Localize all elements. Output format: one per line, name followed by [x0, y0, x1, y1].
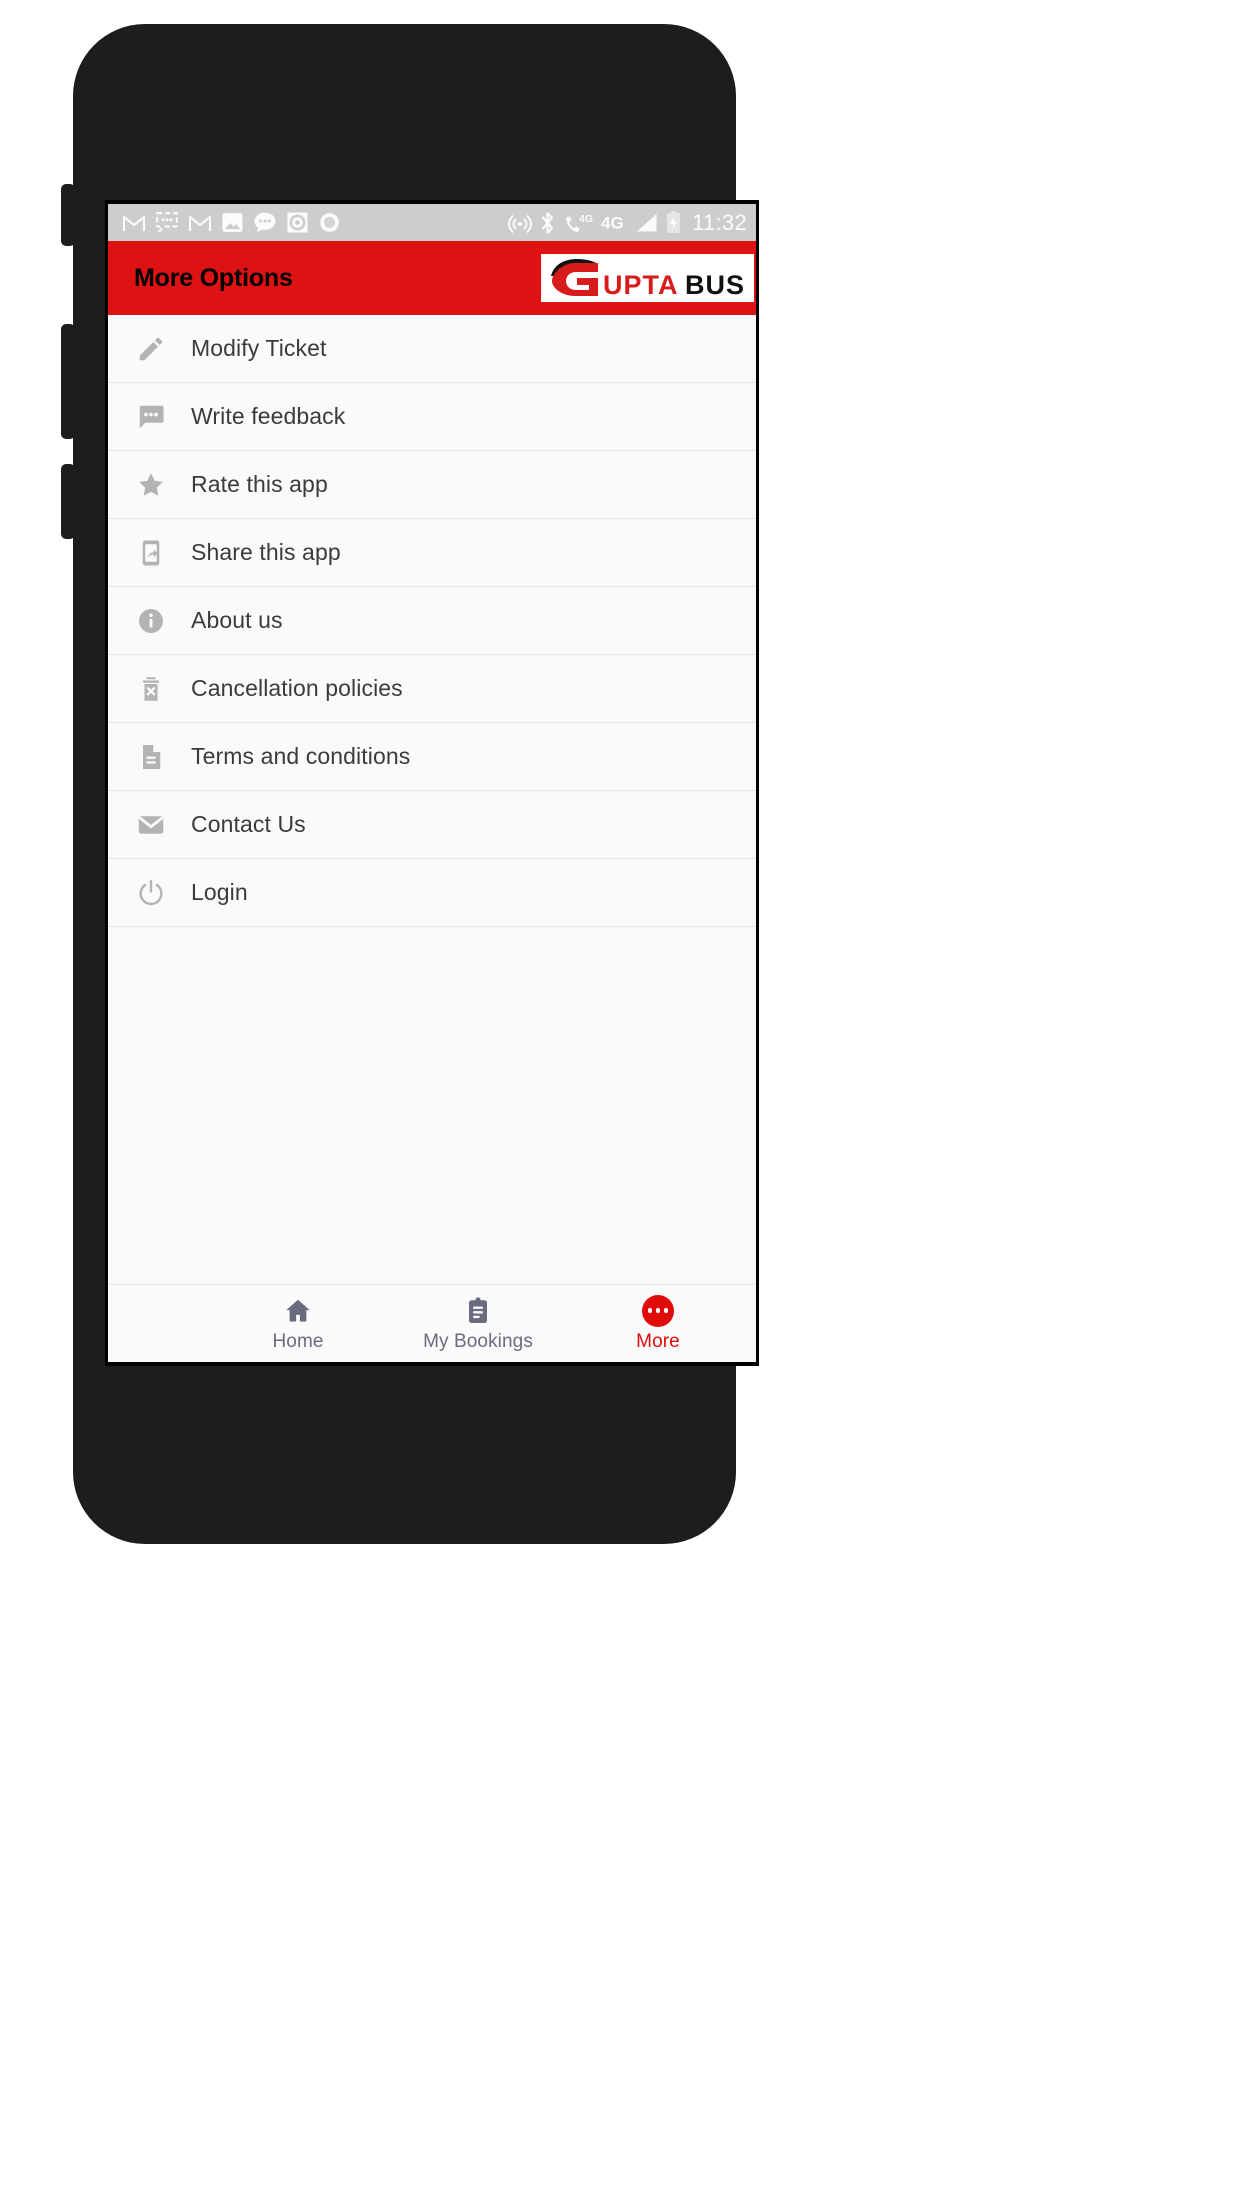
cast-nearby-share-icon [508, 215, 532, 233]
menu-item-label: Cancellation policies [191, 675, 403, 701]
photo-image-icon [222, 213, 243, 232]
nav-tab-my-bookings[interactable]: My Bookings [388, 1285, 568, 1362]
menu-item-label: Terms and conditions [191, 743, 411, 769]
share-phone-icon [134, 536, 168, 570]
page-title: More Options [134, 263, 293, 292]
home-icon [283, 1295, 313, 1327]
svg-text:4G: 4G [579, 213, 593, 225]
message-bubble-icon [254, 212, 276, 233]
status-bar: 4G 4G 11:32 [108, 204, 756, 241]
menu-item-write-feedback[interactable]: Write feedback [108, 383, 756, 451]
svg-text:UPTA: UPTA [603, 270, 679, 300]
info-circle-icon [134, 604, 168, 638]
menu-item-rate-this-app[interactable]: Rate this app [108, 451, 756, 519]
menu-item-contact-us[interactable]: Contact Us [108, 791, 756, 859]
menu-item-about-us[interactable]: About us [108, 587, 756, 655]
menu-item-login[interactable]: Login [108, 859, 756, 927]
menu-item-terms-and-conditions[interactable]: Terms and conditions [108, 723, 756, 791]
bluetooth-icon [541, 211, 554, 234]
mobile-data-4g-icon: 4G [601, 213, 624, 232]
volte-call-4g-icon: 4G [566, 213, 593, 232]
menu-item-cancellation-policies[interactable]: Cancellation policies [108, 655, 756, 723]
clipboard-icon [463, 1295, 493, 1327]
status-bar-notification-icons [122, 211, 508, 234]
status-bar-clock: 11:32 [692, 209, 747, 235]
nav-tab-label: Home [272, 1330, 324, 1352]
device-button-left-middle[interactable] [61, 324, 75, 439]
nav-tab-label: My Bookings [423, 1330, 533, 1352]
menu-item-modify-ticket[interactable]: Modify Ticket [108, 315, 756, 383]
status-bar-system-icons: 4G 4G 11:32 [508, 210, 747, 236]
bottom-navigation-bar: Home My Bookings More [108, 1284, 756, 1362]
menu-item-label: Contact Us [191, 811, 306, 837]
svg-text:4G: 4G [601, 213, 624, 232]
menu-item-label: Login [191, 879, 248, 905]
document-text-icon [134, 740, 168, 774]
pencil-edit-icon [134, 332, 168, 366]
gmail-icon [122, 215, 146, 231]
more-dots-icon [642, 1294, 674, 1327]
media-record-icon [287, 212, 308, 233]
trash-cancel-icon [134, 672, 168, 706]
star-icon [134, 468, 168, 502]
menu-item-label: Modify Ticket [191, 335, 327, 361]
nav-tab-more[interactable]: More [568, 1285, 748, 1362]
menu-item-label: About us [191, 607, 283, 633]
menu-item-label: Rate this app [191, 471, 328, 497]
app-bar: More Options UPTA BUS [108, 241, 756, 315]
nav-tab-home[interactable]: Home [208, 1285, 388, 1362]
nav-tab-label: More [636, 1330, 680, 1352]
device-button-left-top[interactable] [61, 184, 75, 246]
menu-item-label: Share this app [191, 539, 341, 565]
more-options-menu: Modify Ticket Write feedback Rate this a… [108, 315, 756, 1284]
envelope-mail-icon [134, 808, 168, 842]
chat-bubble-dots-icon [156, 212, 178, 233]
phone-screen: 4G 4G 11:32 More Options UPTA BUS Modify… [105, 200, 759, 1366]
menu-item-label: Write feedback [191, 403, 346, 429]
gupta-bus-logo: UPTA BUS [541, 254, 754, 302]
circle-icon [320, 213, 339, 232]
battery-charging-icon [667, 211, 681, 233]
chat-feedback-icon [134, 400, 168, 434]
gmail-icon-2 [188, 215, 212, 231]
svg-text:BUS: BUS [685, 270, 745, 300]
signal-strength-icon [637, 213, 657, 231]
menu-item-share-this-app[interactable]: Share this app [108, 519, 756, 587]
device-button-left-bottom[interactable] [61, 464, 75, 539]
power-login-icon [134, 876, 168, 910]
